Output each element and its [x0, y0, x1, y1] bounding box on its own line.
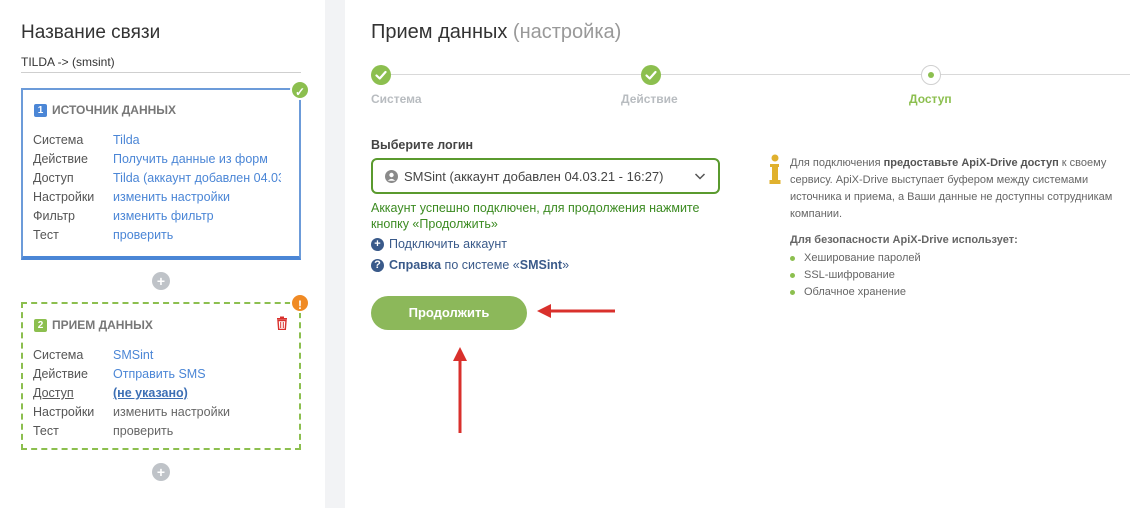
source-row-system: Система Tilda	[33, 133, 281, 152]
question-circle-icon: ?	[371, 258, 384, 272]
security-list: Хеширование паролей SSL-шифрование Облач…	[790, 250, 921, 301]
destination-test-text: проверить	[113, 424, 174, 438]
info-icon	[769, 154, 781, 184]
destination-row-access: Доступ (не указано)	[33, 386, 281, 405]
info-text-part: Для подключения	[790, 157, 884, 169]
row-key: Тест	[33, 424, 59, 438]
row-key: Система	[33, 348, 84, 362]
destination-action-link[interactable]: Отправить SMS	[113, 367, 281, 386]
destination-card-header: 2 ПРИЕМ ДАННЫХ	[34, 318, 153, 332]
page-title: Прием данных (настройка)	[371, 21, 621, 44]
row-key: Настройки	[33, 190, 95, 204]
destination-system-link[interactable]: SMSint	[113, 348, 281, 367]
panel-divider	[325, 0, 345, 508]
destination-access-link[interactable]: (не указано)	[113, 386, 281, 405]
warning-icon: !	[290, 293, 310, 313]
security-item: SSL-шифрование	[790, 267, 921, 284]
login-select-label: Выберите логин	[371, 138, 474, 152]
add-step-button[interactable]: +	[152, 463, 170, 481]
plus-circle-icon: +	[371, 237, 384, 251]
trash-icon[interactable]	[276, 316, 288, 330]
chevron-down-icon	[694, 173, 706, 180]
row-key: Настройки	[33, 405, 95, 419]
row-key: Тест	[33, 228, 59, 242]
destination-step-number: 2	[34, 318, 47, 332]
arrow-up-annotation-icon	[453, 347, 467, 433]
info-text-bold: предоставьте ApiX-Drive доступ	[883, 157, 1059, 169]
help-middle: по системе «	[444, 258, 520, 272]
source-action-link[interactable]: Получить данные из форм	[113, 152, 281, 171]
source-access-link[interactable]: Tilda (аккаунт добавлен 04.03.21 - 16:27…	[113, 171, 281, 190]
step-access-label[interactable]: Доступ	[909, 92, 952, 106]
destination-row-settings: Настройки изменить настройки	[33, 405, 281, 424]
connection-title-label: Название связи	[21, 22, 161, 43]
connection-sidebar: Название связи TILDA -> (smsint) 1 ИСТОЧ…	[0, 0, 325, 508]
destination-settings-text: изменить настройки	[113, 405, 231, 419]
source-row-access: Доступ Tilda (аккаунт добавлен 04.03.21 …	[33, 171, 281, 190]
source-card[interactable]: 1 ИСТОЧНИК ДАННЫХ Система Tilda Действие…	[21, 88, 301, 260]
source-row-test: Тест проверить	[33, 228, 281, 247]
help-text: Справка по системе «SMSint»	[389, 258, 569, 272]
connect-account-label: Подключить аккаунт	[389, 237, 508, 251]
step-action-label[interactable]: Действие	[621, 92, 678, 106]
source-card-title: ИСТОЧНИК ДАННЫХ	[52, 103, 177, 117]
security-item: Хеширование паролей	[790, 250, 921, 267]
security-item: Облачное хранение	[790, 284, 921, 301]
source-test-link[interactable]: проверить	[113, 228, 281, 247]
step-system-label[interactable]: Система	[371, 92, 422, 106]
destination-row-test: Тест проверить	[33, 424, 281, 443]
source-card-header: 1 ИСТОЧНИК ДАННЫХ	[34, 103, 176, 117]
success-message: Аккаунт успешно подключен, для продолжен…	[371, 201, 700, 231]
step-system-check-icon[interactable]	[371, 65, 391, 85]
row-key: Система	[33, 133, 84, 147]
step-access-current-icon[interactable]	[921, 65, 941, 85]
row-key: Доступ	[33, 171, 74, 185]
info-text: Для подключения предоставьте ApiX-Drive …	[790, 155, 1120, 223]
page-title-main: Прием данных	[371, 21, 508, 43]
source-row-filter: Фильтр изменить фильтр	[33, 209, 281, 228]
add-step-button[interactable]: +	[152, 272, 170, 290]
destination-card-title: ПРИЕМ ДАННЫХ	[52, 318, 153, 332]
help-suffix: »	[562, 258, 570, 272]
help-prefix: Справка	[389, 258, 442, 272]
source-step-number: 1	[34, 103, 47, 117]
continue-button[interactable]: Продолжить	[371, 296, 527, 330]
destination-card[interactable]: 2 ПРИЕМ ДАННЫХ Система SMSint Действие О…	[21, 302, 301, 450]
security-title: Для безопасности ApiX-Drive использует:	[790, 234, 1018, 246]
destination-row-action: Действие Отправить SMS	[33, 367, 281, 386]
login-select[interactable]: SMSint (аккаунт добавлен 04.03.21 - 16:2…	[371, 158, 720, 194]
connect-account-link[interactable]: + Подключить аккаунт	[371, 237, 507, 251]
row-key: Действие	[33, 367, 88, 381]
row-key: Фильтр	[33, 209, 75, 223]
source-rows: Система Tilda Действие Получить данные и…	[33, 133, 281, 247]
arrow-left-annotation-icon	[537, 304, 615, 318]
destination-row-system: Система SMSint	[33, 348, 281, 367]
steps-progress-line	[381, 74, 1130, 75]
help-system: SMSint	[519, 258, 563, 272]
help-link[interactable]: ? Справка по системе «SMSint»	[371, 258, 569, 272]
row-key: Доступ	[33, 386, 74, 400]
user-icon	[385, 169, 398, 183]
source-filter-link[interactable]: изменить фильтр	[113, 209, 281, 228]
step-action-check-icon[interactable]	[641, 65, 661, 85]
connection-name-field[interactable]: TILDA -> (smsint)	[21, 55, 301, 73]
destination-rows: Система SMSint Действие Отправить SMS До…	[33, 348, 281, 443]
source-row-settings: Настройки изменить настройки	[33, 190, 281, 209]
login-select-value: SMSint (аккаунт добавлен 04.03.21 - 16:2…	[404, 168, 664, 184]
check-icon: ✓	[290, 80, 310, 100]
source-system-link[interactable]: Tilda	[113, 133, 281, 152]
page-title-sub: (настройка)	[512, 21, 622, 43]
source-settings-link[interactable]: изменить настройки	[113, 190, 281, 209]
row-key: Действие	[33, 152, 88, 166]
source-row-action: Действие Получить данные из форм	[33, 152, 281, 171]
